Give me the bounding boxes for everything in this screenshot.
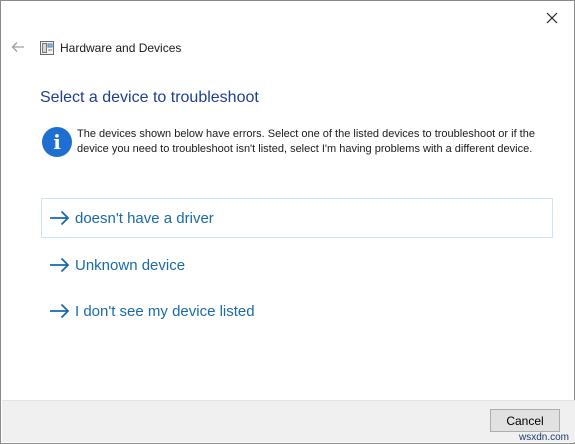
arrow-right-icon (50, 210, 70, 226)
arrow-right-icon (50, 257, 70, 273)
info-icon: i (42, 127, 72, 157)
breadcrumb: Hardware and Devices (60, 41, 182, 55)
option-label: doesn't have a driver (75, 209, 214, 227)
arrow-right-icon (50, 303, 70, 319)
troubleshooter-window: Hardware and Devices Select a device to … (0, 0, 575, 444)
cancel-button[interactable]: Cancel (490, 409, 560, 432)
option-label: Unknown device (75, 256, 186, 274)
back-arrow-icon (11, 42, 24, 52)
option-label: I don't see my device listed (75, 302, 255, 320)
option-device-not-listed[interactable]: I don't see my device listed (41, 291, 553, 331)
close-button[interactable] (536, 5, 568, 31)
info-message: The devices shown below have errors. Sel… (77, 128, 535, 155)
navigation-bar: Hardware and Devices (1, 33, 574, 63)
hardware-devices-icon (40, 41, 54, 55)
option-no-driver[interactable]: doesn't have a driver (41, 198, 553, 238)
watermark: wsxdn.com (518, 432, 569, 443)
close-icon (546, 12, 558, 24)
page-title: Select a device to troubleshoot (40, 89, 259, 106)
footer-bar: Cancel (2, 400, 575, 442)
back-button[interactable] (8, 37, 28, 57)
option-unknown-device[interactable]: Unknown device (41, 245, 553, 285)
